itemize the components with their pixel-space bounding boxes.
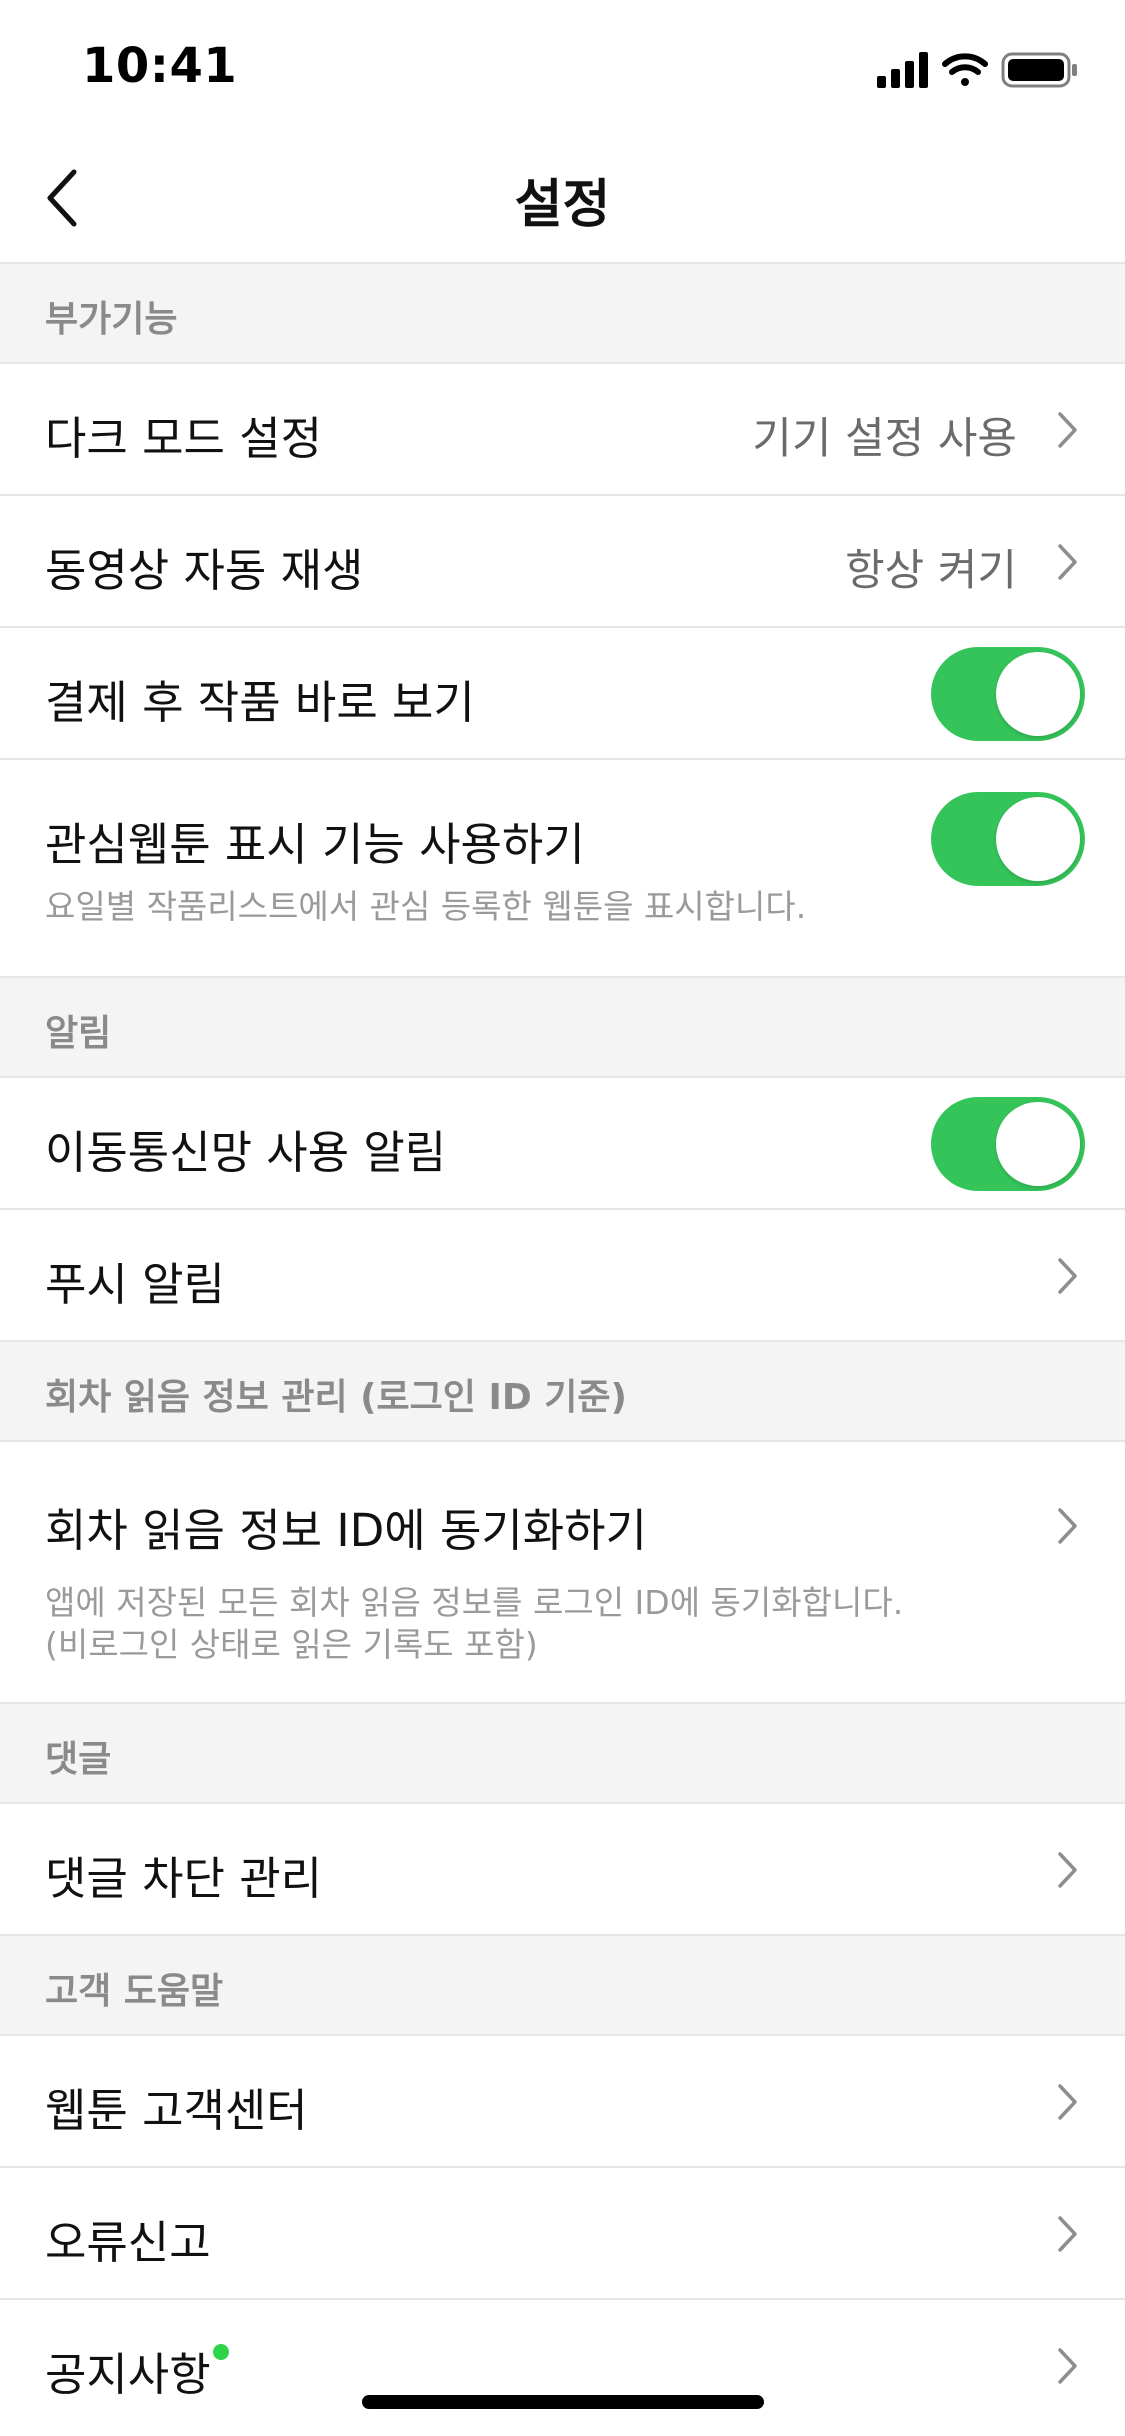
section-header-label: 부가기능: [45, 299, 178, 340]
row-label: 웹툰 고객센터: [45, 2084, 308, 2137]
row-label: 동영상 자동 재생: [45, 544, 364, 597]
row-value: 기기 설정 사용: [752, 414, 1017, 464]
row-dark-mode[interactable]: 다크 모드 설정 기기 설정 사용: [0, 364, 1125, 496]
home-indicator[interactable]: [362, 2395, 764, 2409]
section-header-notifications: 알림: [0, 978, 1125, 1078]
page-title: 설정: [514, 175, 611, 235]
row-customer-center[interactable]: 웹툰 고객센터: [0, 2036, 1125, 2168]
row-description: 요일별 작품리스트에서 관심 등록한 웹툰을 표시합니다.: [45, 887, 807, 926]
nav-bar: 설정: [0, 132, 1125, 264]
status-bar: 10:41: [0, 0, 1125, 132]
chevron-right-icon: [1058, 2084, 1077, 2120]
row-label: 오류신고: [45, 2216, 211, 2269]
row-label-wrap: 공지사항: [45, 2338, 229, 2403]
section-header-comments: 댓글: [0, 1704, 1125, 1804]
chevron-right-icon: [1058, 544, 1077, 580]
row-label: 회차 읽음 정보 ID에 동기화하기: [45, 1504, 647, 1557]
toggle-knob: [996, 797, 1080, 881]
cellular-signal-icon: [877, 52, 928, 88]
toggle-knob: [996, 1102, 1080, 1186]
favorite-display-toggle[interactable]: [931, 792, 1085, 886]
row-mobile-data-alert: 이동통신망 사용 알림: [0, 1078, 1125, 1210]
status-icons: [877, 50, 1081, 90]
row-favorite-display: 관심웹툰 표시 기능 사용하기 요일별 작품리스트에서 관심 등록한 웹툰을 표…: [0, 760, 1125, 978]
row-comment-block[interactable]: 댓글 차단 관리: [0, 1804, 1125, 1936]
section-header-label: 회차 읽음 정보 관리 (로그인 ID 기준): [45, 1377, 627, 1418]
chevron-right-icon: [1058, 1508, 1077, 1544]
chevron-right-icon: [1058, 412, 1077, 448]
wifi-icon: [942, 53, 988, 86]
toggle-knob: [996, 652, 1080, 736]
row-label: 이동통신망 사용 알림: [45, 1126, 447, 1179]
row-label: 공지사항: [45, 2348, 211, 2401]
settings-list: 부가기능 다크 모드 설정 기기 설정 사용 동영상 자동 재생 항상 켜기 결…: [0, 264, 1125, 2432]
section-header-label: 고객 도움말: [45, 1971, 224, 2012]
row-value: 항상 켜기: [845, 546, 1017, 596]
row-push-notification[interactable]: 푸시 알림: [0, 1210, 1125, 1342]
row-description-line1: 앱에 저장된 모든 회차 읽음 정보를 로그인 ID에 동기화합니다.: [45, 1583, 904, 1622]
section-header-label: 알림: [45, 1013, 112, 1054]
row-label: 결제 후 작품 바로 보기: [45, 676, 475, 729]
row-autoplay[interactable]: 동영상 자동 재생 항상 켜기: [0, 496, 1125, 628]
section-header-extras: 부가기능: [0, 264, 1125, 364]
section-header-reading-info: 회차 읽음 정보 관리 (로그인 ID 기준): [0, 1342, 1125, 1442]
row-reading-sync[interactable]: 회차 읽음 정보 ID에 동기화하기 앱에 저장된 모든 회차 읽음 정보를 로…: [0, 1442, 1125, 1704]
row-error-report[interactable]: 오류신고: [0, 2168, 1125, 2300]
section-header-help: 고객 도움말: [0, 1936, 1125, 2036]
chevron-right-icon: [1058, 1852, 1077, 1888]
chevron-right-icon: [1058, 2348, 1077, 2384]
row-label: 관심웹툰 표시 기능 사용하기: [45, 818, 585, 871]
chevron-right-icon: [1058, 2216, 1077, 2252]
battery-icon: [1001, 52, 1077, 88]
new-badge-dot: [212, 2344, 229, 2360]
row-label: 푸시 알림: [45, 1258, 225, 1311]
view-after-pay-toggle[interactable]: [931, 647, 1085, 741]
status-time: 10:41: [82, 38, 238, 94]
section-header-label: 댓글: [45, 1739, 112, 1780]
mobile-data-alert-toggle[interactable]: [931, 1097, 1085, 1191]
row-label: 댓글 차단 관리: [45, 1852, 323, 1905]
row-notice[interactable]: 공지사항: [0, 2300, 1125, 2432]
row-label: 다크 모드 설정: [45, 412, 323, 465]
chevron-right-icon: [1058, 1258, 1077, 1294]
row-description-line2: (비로그인 상태로 읽은 기록도 포함): [45, 1625, 538, 1664]
row-view-after-pay: 결제 후 작품 바로 보기: [0, 628, 1125, 760]
